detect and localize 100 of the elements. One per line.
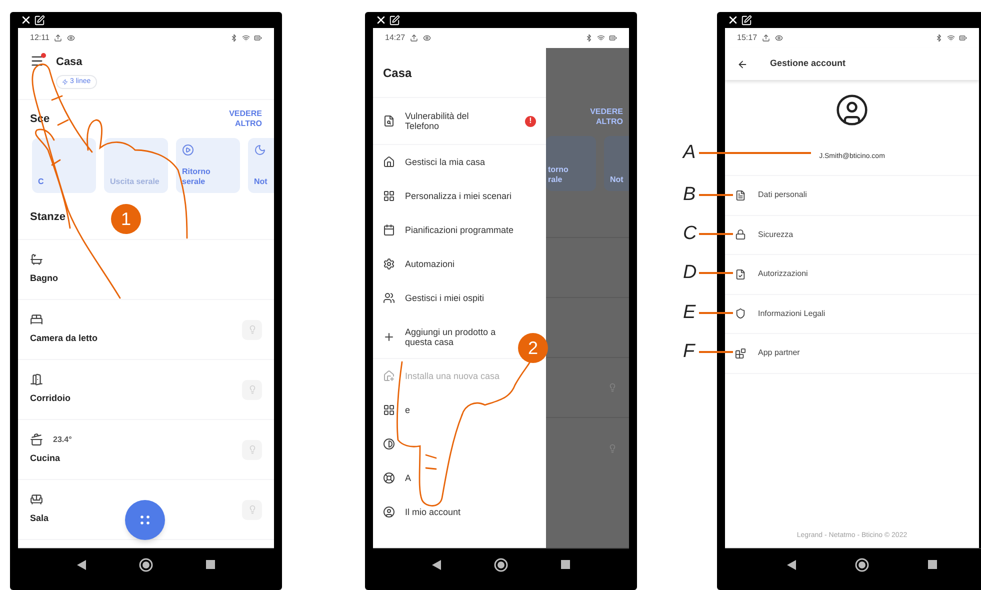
edit-icon[interactable] [34,14,45,26]
upload-icon [54,34,62,42]
menu-item[interactable]: Il mio account [405,507,461,517]
menu-item[interactable]: Personalizza i miei scenari [405,191,512,201]
shield-icon [735,308,746,320]
settings-row-label[interactable]: App partner [758,347,800,360]
eye-icon [775,34,784,42]
callout-letter: D [683,261,698,285]
close-icon[interactable] [727,14,739,26]
menu-item[interactable]: Pianificazioni programmate [405,225,514,235]
settings-icon [383,258,395,270]
scene-label: C [38,177,45,187]
leader-line [699,194,733,196]
recents-square-icon[interactable] [928,560,938,569]
room-name[interactable]: Corridoio [30,392,70,406]
menu-item[interactable]: Gestisci la mia casa [405,157,486,167]
cooking-pot-icon [30,433,43,446]
menu-item[interactable]: Aggiungi un prodotto a questa casa [405,326,505,346]
wifi-icon [947,34,955,42]
home-circle-icon[interactable] [854,558,869,572]
settings-row-label[interactable]: Sicurezza [758,228,794,241]
edit-icon[interactable] [389,14,400,26]
lightbulb-icon [608,444,617,452]
room-name[interactable]: Bagno [30,272,58,286]
temperature-reading: 23.4° [53,434,72,446]
lightning-icon [62,78,68,85]
lightbulb-icon [248,325,256,334]
callout-letter: A [683,141,697,165]
grid-icon [383,190,395,202]
grid-icon [383,404,395,416]
scene-label: Ritorno serale [182,167,212,187]
apps-fab-button[interactable] [125,500,165,540]
menu-item[interactable]: A [405,473,412,483]
callout-letter: E [683,301,697,325]
settings-row-label[interactable]: Dati personali [758,189,807,202]
status-time: 14:27 [385,32,406,44]
wifi-icon [597,34,605,42]
document-check-icon [735,268,746,280]
user-circle-icon [383,506,395,518]
home-title: Casa [56,55,84,70]
status-time: 15:17 [737,32,758,44]
close-icon[interactable] [375,14,387,26]
blocks-icon [735,348,746,359]
back-triangle-icon[interactable] [76,560,86,570]
menu-item[interactable]: Gestisci i miei ospiti [405,293,484,303]
wifi-icon [242,34,250,42]
callout-letter: B [683,183,697,207]
phone-search-icon [383,115,395,127]
moon-icon [254,144,266,156]
room-name[interactable]: Sala [30,512,49,526]
menu-item[interactable]: Automazioni [405,259,455,269]
dots-icon [140,515,150,525]
door-icon [30,373,43,386]
home-circle-icon[interactable] [494,558,508,572]
contrast-icon [383,438,395,450]
lightbulb-icon [248,385,256,394]
settings-row-label[interactable]: Autorizzazioni [758,268,808,280]
upload-icon [410,34,418,42]
edit-icon[interactable] [741,14,752,26]
back-arrow-icon[interactable] [737,58,748,70]
plus-icon [383,330,395,342]
bluetooth-icon [585,34,593,42]
home-circle-icon[interactable] [138,558,153,572]
bluetooth-icon [935,34,943,42]
leader-line [699,233,733,235]
scene-label: Not [610,175,624,185]
room-name[interactable]: Camera da letto [30,332,98,346]
play-circle-icon [182,144,194,156]
bed-icon [30,313,43,326]
scene-label: Not [254,177,268,187]
battery-icon [609,34,617,42]
room-name[interactable]: Cucina [30,452,72,466]
lightbulb-icon [248,445,256,454]
bathtub-icon [30,253,43,266]
house-plus-icon [383,370,395,382]
menu-icon[interactable] [30,54,44,68]
calendar-icon [383,224,395,236]
lightbulb-icon [608,383,617,392]
callout-letter: F [683,340,696,364]
lock-icon [735,229,746,240]
status-time: 12:11 [30,32,50,44]
back-triangle-icon[interactable] [432,560,441,570]
close-icon[interactable] [20,14,32,26]
recents-square-icon[interactable] [206,560,216,569]
eye-icon [67,34,76,42]
bluetooth-icon [230,34,238,42]
see-more-link[interactable]: VEDERE ALTRO [218,109,262,129]
settings-row-label[interactable]: Informazioni Legali [758,308,826,320]
upload-icon [762,34,770,42]
page-title: Gestione account [770,57,846,70]
users-icon [383,292,395,304]
leader-line [699,272,733,274]
menu-item[interactable]: Vulnerabilità del Telefono [405,111,493,131]
lifebuoy-icon [383,472,395,484]
menu-item[interactable]: e [405,405,410,415]
recents-square-icon[interactable] [561,560,570,569]
battery-icon [254,34,262,42]
callout-letter: C [683,222,698,246]
back-triangle-icon[interactable] [786,560,796,570]
leader-line [699,351,733,353]
